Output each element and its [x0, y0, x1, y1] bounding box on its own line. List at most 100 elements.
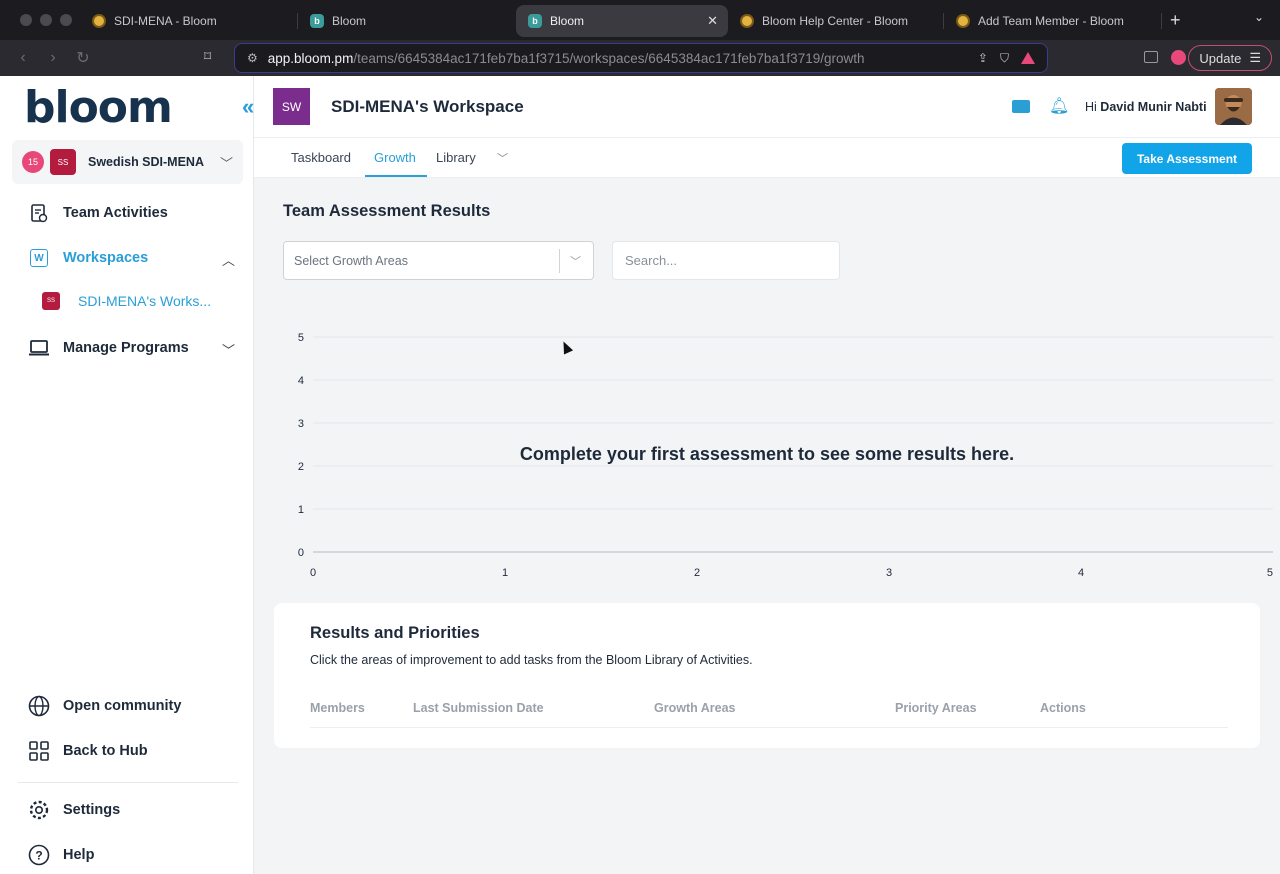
team-selector[interactable]: 15 SS Swedish SDI-MENA ﹀: [12, 140, 243, 184]
tab-title: Bloom: [332, 14, 367, 28]
address-bar[interactable]: ⚙ app.bloom.pm /teams/6645384ac171feb7ba…: [234, 43, 1048, 73]
browser-tab-bar: SDI-MENA - Bloom b Bloom b Bloom ✕ Bloom…: [0, 0, 1280, 40]
sidebar-item-label: Workspaces: [63, 250, 149, 266]
team-name: Swedish SDI-MENA: [88, 155, 204, 169]
column-header-growth-areas: Growth Areas: [654, 701, 736, 715]
tab-title: Bloom: [550, 14, 585, 28]
y-tick-label: 4: [298, 375, 304, 387]
reload-icon[interactable]: ↻: [68, 48, 98, 68]
y-tick-label: 5: [298, 332, 304, 344]
tab-taskboard[interactable]: Taskboard: [291, 150, 351, 165]
share-icon[interactable]: ⇪: [978, 51, 988, 65]
active-tab-indicator: [365, 175, 427, 177]
brave-shield-icon[interactable]: ⛉: [1000, 51, 1009, 66]
workspace-tabs: Taskboard Growth Library ﹀ Take Assessme…: [254, 138, 1280, 178]
sun-favicon-icon: [956, 14, 970, 28]
sidebar-item-open-community[interactable]: Open community: [28, 695, 181, 717]
browser-tab[interactable]: Add Team Member - Bloom: [944, 5, 1162, 37]
mail-icon[interactable]: [1012, 100, 1030, 113]
brave-rewards-icon[interactable]: [1021, 52, 1035, 64]
grid-icon: [28, 740, 50, 762]
window-controls[interactable]: [0, 14, 80, 26]
sidebar: bloom « 15 SS Swedish SDI-MENA ﹀ Team Ac…: [0, 76, 254, 874]
workspace-header: SW SDI-MENA's Workspace 🔔︎ Hi David Muni…: [254, 76, 1280, 138]
select-divider: [559, 249, 560, 273]
column-header-actions: Actions: [1040, 701, 1086, 715]
chevron-up-icon[interactable]: ︿: [222, 250, 235, 269]
sun-favicon-icon: [92, 14, 106, 28]
sidebar-item-back-to-hub[interactable]: Back to Hub: [28, 740, 148, 762]
tab-library[interactable]: Library: [436, 150, 476, 165]
x-tick-label: 1: [502, 567, 508, 579]
avatar[interactable]: [1215, 88, 1252, 125]
results-card: Results and Priorities Click the areas o…: [274, 603, 1260, 748]
new-tab-icon[interactable]: +: [1170, 10, 1181, 31]
chevron-down-icon[interactable]: ﹀: [570, 253, 581, 269]
sidebar-item-workspaces[interactable]: W Workspaces: [28, 247, 148, 269]
tab-title: Bloom Help Center - Bloom: [762, 14, 909, 28]
x-tick-label: 4: [1078, 567, 1084, 579]
tab-growth[interactable]: Growth: [374, 150, 416, 165]
extension-icon[interactable]: [1171, 50, 1186, 65]
y-tick-label: 0: [298, 547, 304, 559]
sidebar-item-team-activities[interactable]: Team Activities: [28, 202, 168, 224]
results-title: Results and Priorities: [310, 624, 480, 642]
browser-tab[interactable]: b Bloom: [298, 5, 516, 37]
sidebar-subitem-label: SDI-MENA's Works...: [78, 293, 212, 309]
y-tick-label: 1: [298, 504, 304, 516]
growth-areas-select[interactable]: Select Growth Areas ﹀: [283, 241, 594, 280]
help-icon: ?: [28, 844, 50, 866]
back-icon[interactable]: ‹: [8, 49, 38, 67]
sidebar-item-manage-programs[interactable]: Manage Programs: [28, 337, 189, 359]
x-tick-label: 5: [1267, 567, 1273, 579]
chevron-down-icon[interactable]: ﹀: [222, 340, 235, 359]
update-label: Update: [1199, 50, 1242, 66]
tab-list-chevron-icon[interactable]: ⌄: [1254, 10, 1264, 24]
gear-icon: [28, 799, 50, 821]
browser-tab-active[interactable]: b Bloom ✕: [516, 5, 728, 37]
page-title: SDI-MENA's Workspace: [331, 97, 524, 116]
bell-icon[interactable]: 🔔︎: [1049, 96, 1069, 116]
forward-icon[interactable]: ›: [38, 49, 68, 67]
x-tick-label: 0: [310, 567, 316, 579]
bloom-favicon-icon: b: [528, 14, 542, 28]
workspace-avatar: SW: [273, 88, 310, 125]
x-tick-label: 2: [694, 567, 700, 579]
collapse-sidebar-icon[interactable]: «: [242, 94, 254, 120]
sidebar-item-label: Help: [63, 847, 95, 863]
sidebar-item-settings[interactable]: Settings: [28, 799, 120, 821]
team-count-badge: 15: [22, 151, 44, 173]
sidebar-item-label: Back to Hub: [63, 743, 148, 759]
site-settings-icon[interactable]: ⚙: [247, 51, 258, 65]
laptop-icon: [28, 337, 50, 359]
update-button[interactable]: Update ☰: [1188, 45, 1272, 71]
workspace-icon: W: [28, 247, 50, 269]
workspace-avatar: SS: [42, 292, 60, 310]
take-assessment-button[interactable]: Take Assessment: [1122, 143, 1252, 174]
bookmark-icon[interactable]: ⌑: [204, 48, 211, 65]
browser-tab[interactable]: Bloom Help Center - Bloom: [728, 5, 944, 37]
sidebar-item-label: Team Activities: [63, 205, 168, 221]
table-divider: [310, 727, 1228, 728]
browser-tab[interactable]: SDI-MENA - Bloom: [80, 5, 298, 37]
bloom-logo[interactable]: bloom: [24, 82, 173, 133]
search-input[interactable]: [612, 241, 840, 280]
user-name: David Munir Nabti: [1100, 100, 1207, 114]
close-tab-icon[interactable]: ✕: [707, 13, 718, 29]
globe-icon: [28, 695, 50, 717]
bloom-favicon-icon: b: [310, 14, 324, 28]
tab-title: Add Team Member - Bloom: [978, 14, 1124, 28]
sidebar-subitem-workspace[interactable]: SS SDI-MENA's Works...: [42, 292, 211, 310]
team-avatar: SS: [50, 149, 76, 175]
sidebar-item-help[interactable]: ? Help: [28, 844, 94, 866]
menu-icon: ☰: [1249, 50, 1261, 65]
y-tick-label: 3: [298, 418, 304, 430]
sidebar-toggle-icon[interactable]: [1144, 51, 1158, 63]
sidebar-item-label: Settings: [63, 802, 121, 818]
user-greeting: Hi David Munir Nabti: [1085, 100, 1207, 114]
column-header-members: Members: [310, 701, 365, 715]
x-tick-label: 3: [886, 567, 892, 579]
sidebar-item-label: Manage Programs: [63, 340, 189, 356]
more-tabs-chevron-icon[interactable]: ﹀: [497, 150, 508, 166]
column-header-priority-areas: Priority Areas: [895, 701, 977, 715]
